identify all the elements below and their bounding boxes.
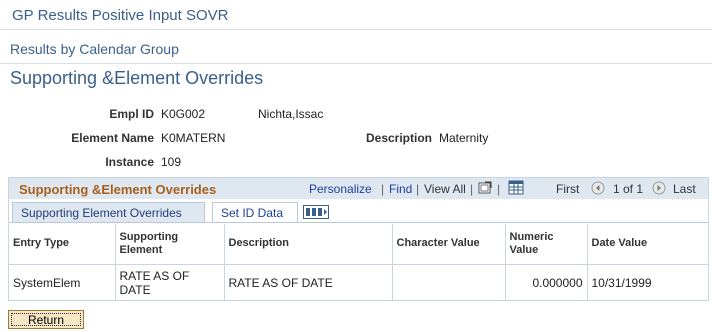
previous-row-icon[interactable]: [591, 181, 605, 200]
description-value: Maternity: [439, 131, 489, 145]
zoom-grid-icon[interactable]: [478, 181, 492, 200]
personalize-link[interactable]: Personalize: [309, 182, 372, 196]
page-heading: Supporting &Element Overrides: [10, 68, 264, 88]
download-excel-icon[interactable]: [508, 180, 524, 200]
last-link[interactable]: Last: [673, 182, 696, 196]
page-title: GP Results Positive Input SOVR: [12, 7, 229, 24]
find-link[interactable]: Find: [389, 182, 412, 196]
tab-divider: [9, 222, 708, 223]
cell-date-value: 10/31/1999: [591, 275, 652, 290]
instance-value: 109: [161, 155, 182, 169]
cell-character-value: [392, 264, 506, 301]
column-header-supporting-element[interactable]: Supporting Element: [115, 224, 225, 265]
column-header-description[interactable]: Description: [224, 224, 393, 265]
return-button[interactable]: Return: [8, 310, 84, 329]
instance-label: Instance: [105, 155, 154, 169]
next-row-icon[interactable]: [652, 181, 666, 200]
row-range: 1 of 1: [613, 182, 644, 196]
cell-description: RATE AS OF DATE: [224, 264, 393, 301]
page-subtitle: Results by Calendar Group: [10, 41, 179, 57]
column-header-character-value[interactable]: Character Value: [392, 224, 506, 265]
tab-supporting-element-overrides[interactable]: Supporting Element Overrides: [12, 202, 205, 223]
column-header-date-value[interactable]: Date Value: [587, 224, 708, 265]
table-header-row: Entry Type Supporting Element Descriptio…: [9, 224, 708, 265]
element-name-value: K0MATERN: [161, 131, 226, 145]
separator: |: [381, 182, 385, 196]
table-row: SystemElem RATE AS OF DATE RATE AS OF DA…: [9, 264, 708, 301]
cell-numeric-value: 0.000000: [505, 264, 588, 301]
column-header-numeric-value[interactable]: Numeric Value: [505, 224, 588, 265]
grid-header: Supporting &Element Overrides Personaliz…: [9, 178, 708, 199]
divider: [0, 29, 712, 30]
separator: |: [416, 182, 420, 196]
overrides-table: Entry Type Supporting Element Descriptio…: [9, 224, 708, 301]
first-link[interactable]: First: [556, 182, 579, 196]
divider: [0, 63, 712, 64]
separator: |: [470, 182, 474, 196]
cell-entry-type: SystemElem: [9, 264, 116, 301]
element-name-label: Element Name: [71, 131, 154, 145]
tab-set-id-data[interactable]: Set ID Data: [212, 202, 298, 223]
separator: |: [497, 182, 501, 196]
employee-name-value: Nichta,Issac: [258, 107, 324, 121]
empl-id-label: Empl ID: [109, 107, 154, 121]
overrides-grid: Supporting &Element Overrides Personaliz…: [8, 177, 709, 301]
empl-id-value: K0G002: [161, 107, 206, 121]
description-label: Description: [365, 131, 432, 145]
grid-title: Supporting &Element Overrides: [19, 182, 217, 197]
cell-supporting-element: RATE AS OF DATE: [115, 264, 225, 301]
column-header-entry-type[interactable]: Entry Type: [9, 224, 116, 265]
view-all-link[interactable]: View All: [424, 182, 466, 196]
return-button-label: Return: [11, 313, 81, 327]
